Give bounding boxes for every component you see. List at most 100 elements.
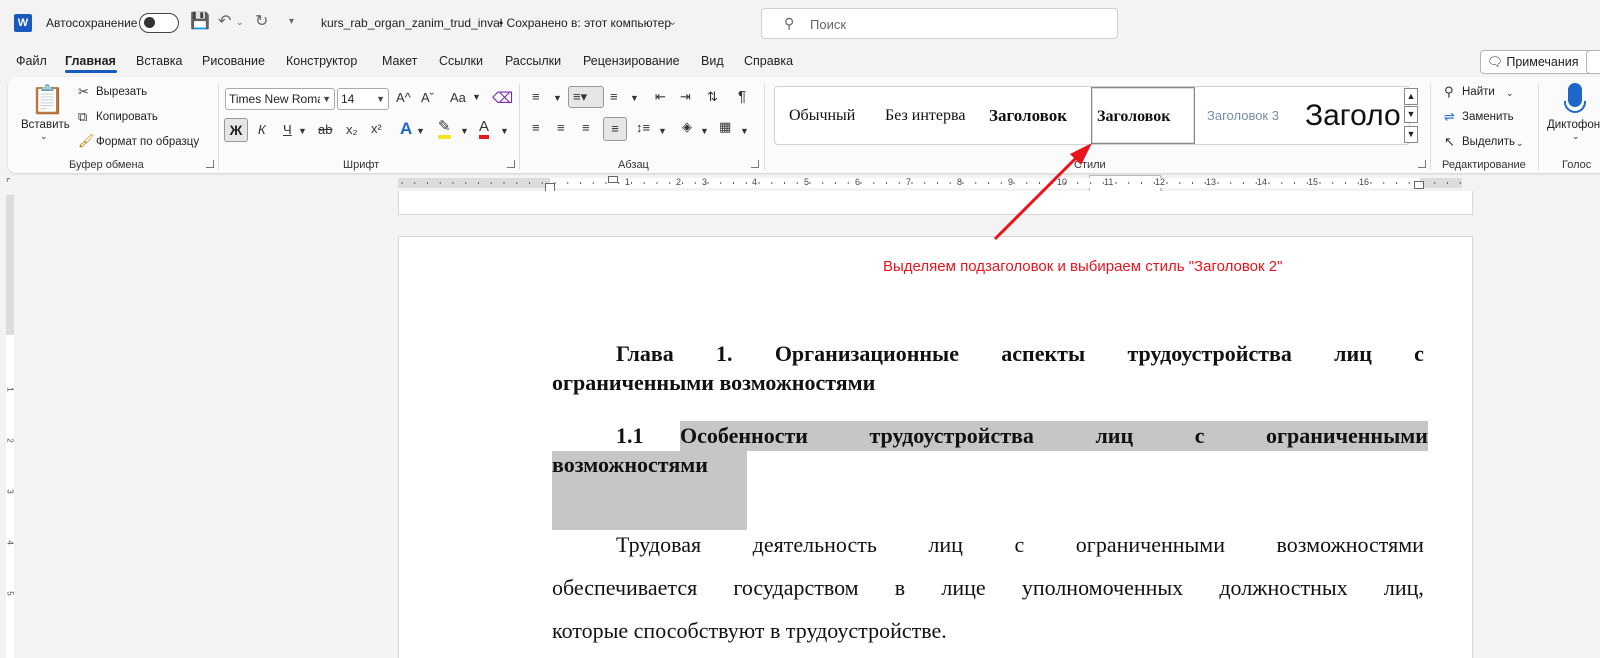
subscript-button[interactable]: x₂ — [346, 122, 358, 137]
clear-formatting-icon[interactable]: ⌫ — [492, 89, 513, 107]
font-launcher-icon[interactable] — [507, 160, 515, 168]
italic-button[interactable]: К — [258, 122, 266, 137]
chevron-down-icon[interactable]: ▼ — [630, 93, 639, 103]
style-heading1[interactable]: Заголовок — [989, 87, 1089, 144]
tab-draw[interactable]: Рисование — [202, 54, 265, 68]
style-no-spacing[interactable]: Без интерва — [885, 87, 985, 144]
tab-review[interactable]: Рецензирование — [583, 54, 680, 68]
sort-icon[interactable]: ⇅ — [707, 89, 718, 105]
find-icon[interactable]: ⚲ — [1444, 84, 1454, 100]
paragraph-launcher-icon[interactable] — [751, 160, 759, 168]
select-icon[interactable]: ↖ — [1444, 134, 1455, 150]
clipboard-launcher-icon[interactable] — [206, 160, 214, 168]
customize-qat-icon[interactable]: ▾ — [289, 16, 294, 27]
highlight-color-icon[interactable]: ✎ — [438, 119, 451, 139]
underline-button[interactable]: Ч — [283, 122, 292, 137]
gallery-up-button[interactable]: ▲ — [1404, 88, 1418, 105]
align-right-icon[interactable]: ≡ — [582, 120, 590, 135]
heading2-number[interactable]: 1.1 — [616, 423, 676, 449]
horizontal-ruler[interactable] — [398, 176, 1462, 190]
redo-icon[interactable]: ↻ — [255, 11, 268, 31]
styles-launcher-icon[interactable] — [1418, 160, 1426, 168]
multilevel-list-icon[interactable]: ≡ — [610, 89, 618, 104]
chevron-down-icon[interactable]: ▼ — [416, 126, 425, 136]
bullets-icon[interactable]: ≡ — [532, 89, 540, 104]
bold-button[interactable]: Ж — [224, 118, 248, 142]
strikethrough-button[interactable]: ab — [318, 122, 332, 137]
increase-indent-icon[interactable]: ⇥ — [680, 89, 691, 105]
decrease-indent-icon[interactable]: ⇤ — [655, 89, 666, 105]
chevron-down-icon[interactable]: ▼ — [460, 126, 469, 136]
justify-icon[interactable]: ≡ — [603, 117, 627, 141]
editing-mode-button[interactable] — [1586, 50, 1600, 74]
tab-insert[interactable]: Вставка — [136, 54, 182, 68]
tab-mailings[interactable]: Рассылки — [505, 54, 561, 68]
shrink-font-icon[interactable]: Aˇ — [421, 90, 434, 105]
save-status[interactable]: • Сохранено в: этот компьютер — [499, 16, 671, 30]
chevron-down-icon[interactable]: ▼ — [700, 126, 709, 136]
tab-layout[interactable]: Макет — [382, 54, 417, 68]
chevron-down-icon[interactable]: ⌄ — [668, 15, 677, 28]
first-line-indent-marker[interactable] — [608, 176, 618, 183]
grow-font-icon[interactable]: A^ — [396, 90, 411, 105]
style-normal[interactable]: Обычный — [789, 87, 881, 144]
tab-help[interactable]: Справка — [744, 54, 793, 68]
font-size-combo[interactable]: 14 ▼ — [337, 88, 389, 110]
replace-icon[interactable]: ⇌ — [1444, 109, 1455, 125]
chevron-down-icon[interactable]: ▼ — [658, 126, 667, 136]
chevron-down-icon[interactable]: ▼ — [500, 126, 509, 136]
font-color-icon[interactable]: A — [479, 118, 490, 139]
format-painter-button[interactable]: Формат по образцу — [96, 136, 199, 148]
format-painter-icon[interactable]: 🖌 — [78, 133, 95, 149]
vertical-ruler[interactable] — [0, 195, 20, 658]
tab-file[interactable]: Файл — [16, 54, 47, 68]
paste-icon[interactable]: 📋 — [30, 83, 65, 116]
font-name-combo[interactable]: Times New Roman ▼ — [225, 88, 335, 110]
style-title[interactable]: Заголо — [1305, 87, 1405, 144]
shading-icon[interactable]: ◈ — [682, 119, 692, 135]
search-box[interactable]: ⚲ Поиск — [761, 8, 1118, 39]
save-icon[interactable]: 💾 — [190, 11, 210, 31]
style-heading2[interactable]: Заголовок — [1091, 87, 1195, 144]
chevron-down-icon[interactable]: ▼ — [472, 92, 481, 102]
tab-references[interactable]: Ссылки — [439, 54, 483, 68]
chevron-down-icon[interactable]: ▼ — [740, 126, 749, 136]
copy-button[interactable]: Копировать — [96, 111, 158, 123]
cut-button[interactable]: Вырезать — [96, 86, 147, 98]
text-effects-icon[interactable]: A — [400, 119, 412, 139]
line-spacing-icon[interactable]: ↕≡ — [636, 120, 650, 135]
paste-dropdown-icon[interactable]: ⌄ — [40, 131, 48, 142]
select-button[interactable]: Выделить — [1462, 136, 1515, 148]
undo-dropdown-icon[interactable]: ⌄ — [236, 17, 244, 28]
tab-design[interactable]: Конструктор — [286, 54, 357, 68]
right-indent-marker[interactable] — [1414, 181, 1424, 189]
chevron-down-icon[interactable]: ⌄ — [1516, 138, 1524, 149]
dictate-button[interactable]: Диктофон — [1547, 119, 1600, 131]
tab-home[interactable]: Главная — [65, 54, 116, 68]
chevron-down-icon[interactable]: ⌄ — [1506, 88, 1514, 99]
comments-button[interactable]: 🗨 Примечания — [1480, 50, 1600, 74]
replace-button[interactable]: Заменить — [1462, 111, 1514, 123]
numbering-icon[interactable]: ≡▾ — [568, 86, 604, 108]
gallery-more-button[interactable]: ▼ — [1404, 126, 1418, 143]
undo-icon[interactable]: ↶ — [218, 11, 231, 31]
copy-icon[interactable]: ⧉ — [78, 109, 87, 125]
find-button[interactable]: Найти — [1462, 86, 1495, 98]
style-heading3[interactable]: Заголовок 3 — [1207, 87, 1297, 144]
chevron-down-icon[interactable]: ▼ — [298, 126, 307, 136]
body-line3[interactable]: которые способствуют в трудоустройстве. — [552, 618, 1424, 644]
gallery-down-button[interactable]: ▼ — [1404, 106, 1418, 123]
paste-button[interactable]: Вставить — [21, 119, 70, 131]
borders-icon[interactable]: ▦ — [719, 119, 731, 135]
align-left-icon[interactable]: ≡ — [532, 120, 540, 135]
autosave-toggle[interactable] — [139, 13, 179, 33]
heading2-line1[interactable]: Особенности трудоустройства лиц с ограни… — [680, 423, 1428, 449]
cut-icon[interactable]: ✂ — [78, 84, 89, 100]
tab-selector-icon[interactable]: ⌜ — [6, 178, 11, 189]
superscript-button[interactable]: x² — [371, 121, 382, 136]
heading2-line2[interactable]: возможностями — [552, 452, 1424, 478]
chevron-down-icon[interactable]: ⌄ — [1572, 131, 1580, 142]
tab-view[interactable]: Вид — [701, 54, 724, 68]
show-formatting-icon[interactable]: ¶ — [738, 88, 746, 105]
heading1-line2[interactable]: ограниченными возможностями — [552, 370, 1424, 396]
